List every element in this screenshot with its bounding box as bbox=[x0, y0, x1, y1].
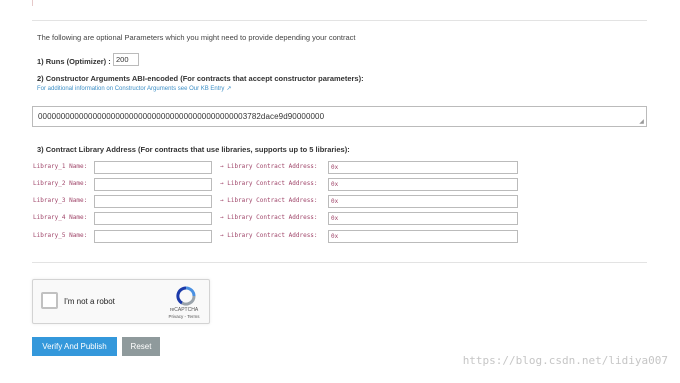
library-name-label: Library_1 Name: bbox=[33, 163, 88, 170]
recaptcha-checkbox[interactable] bbox=[41, 292, 58, 309]
reset-button[interactable]: Reset bbox=[122, 337, 160, 356]
library-address-label: → Library Contract Address: bbox=[220, 180, 318, 187]
library-address-input[interactable]: 0x bbox=[328, 178, 518, 191]
library-name-label: Library_5 Name: bbox=[33, 232, 88, 239]
library-name-label: Library_2 Name: bbox=[33, 180, 88, 187]
recaptcha-logo-icon bbox=[176, 286, 196, 306]
library-name-label: Library_4 Name: bbox=[33, 214, 88, 221]
constructor-args-label: 2) Constructor Arguments ABI-encoded (Fo… bbox=[37, 74, 364, 83]
verify-and-publish-button[interactable]: Verify And Publish bbox=[32, 337, 117, 356]
library-name-input[interactable] bbox=[94, 161, 212, 174]
library-section-title: 3) Contract Library Address (For contrac… bbox=[37, 145, 350, 154]
library-address-placeholder: 0x bbox=[331, 215, 339, 222]
library-address-placeholder: 0x bbox=[331, 198, 339, 205]
runs-label: 1) Runs (Optimizer) : bbox=[37, 57, 111, 66]
divider-top bbox=[32, 20, 647, 21]
library-name-input[interactable] bbox=[94, 230, 212, 243]
recaptcha-widget: I'm not a robot reCAPTCHA Privacy - Term… bbox=[32, 279, 210, 324]
recaptcha-brand: reCAPTCHA bbox=[169, 307, 199, 313]
recaptcha-privacy-terms[interactable]: Privacy - Terms bbox=[164, 314, 204, 319]
library-name-input[interactable] bbox=[94, 212, 212, 225]
intro-text: The following are optional Parameters wh… bbox=[37, 33, 356, 42]
library-address-placeholder: 0x bbox=[331, 164, 339, 171]
library-address-label: → Library Contract Address: bbox=[220, 232, 318, 239]
library-address-label: → Library Contract Address: bbox=[220, 197, 318, 204]
resize-grip-icon[interactable]: ◢ bbox=[639, 118, 644, 125]
library-address-input[interactable]: 0x bbox=[328, 195, 518, 208]
divider-bottom bbox=[32, 262, 647, 263]
watermark-text: https://blog.csdn.net/lidiya007 bbox=[462, 354, 668, 367]
external-link-icon: ↗ bbox=[226, 86, 232, 92]
library-address-label: → Library Contract Address: bbox=[220, 214, 318, 221]
library-name-input[interactable] bbox=[94, 178, 212, 191]
constructor-args-textarea[interactable]: 0000000000000000000000000000000000000000… bbox=[32, 106, 647, 127]
kb-entry-link[interactable]: For additional information on Constructo… bbox=[37, 85, 231, 92]
library-address-input[interactable]: 0x bbox=[328, 212, 518, 225]
kb-entry-link-text[interactable]: For additional information on Constructo… bbox=[37, 86, 224, 92]
library-address-input[interactable]: 0x bbox=[328, 161, 518, 174]
constructor-args-value: 0000000000000000000000000000000000000000… bbox=[38, 112, 325, 121]
runs-input[interactable] bbox=[113, 53, 139, 66]
library-name-input[interactable] bbox=[94, 195, 212, 208]
library-address-label: → Library Contract Address: bbox=[220, 163, 318, 170]
library-address-placeholder: 0x bbox=[331, 181, 339, 188]
library-address-placeholder: 0x bbox=[331, 233, 339, 240]
top-edge-marker bbox=[32, 0, 33, 6]
recaptcha-label: I'm not a robot bbox=[64, 297, 115, 306]
library-name-label: Library_3 Name: bbox=[33, 197, 88, 204]
library-address-input[interactable]: 0x bbox=[328, 230, 518, 243]
